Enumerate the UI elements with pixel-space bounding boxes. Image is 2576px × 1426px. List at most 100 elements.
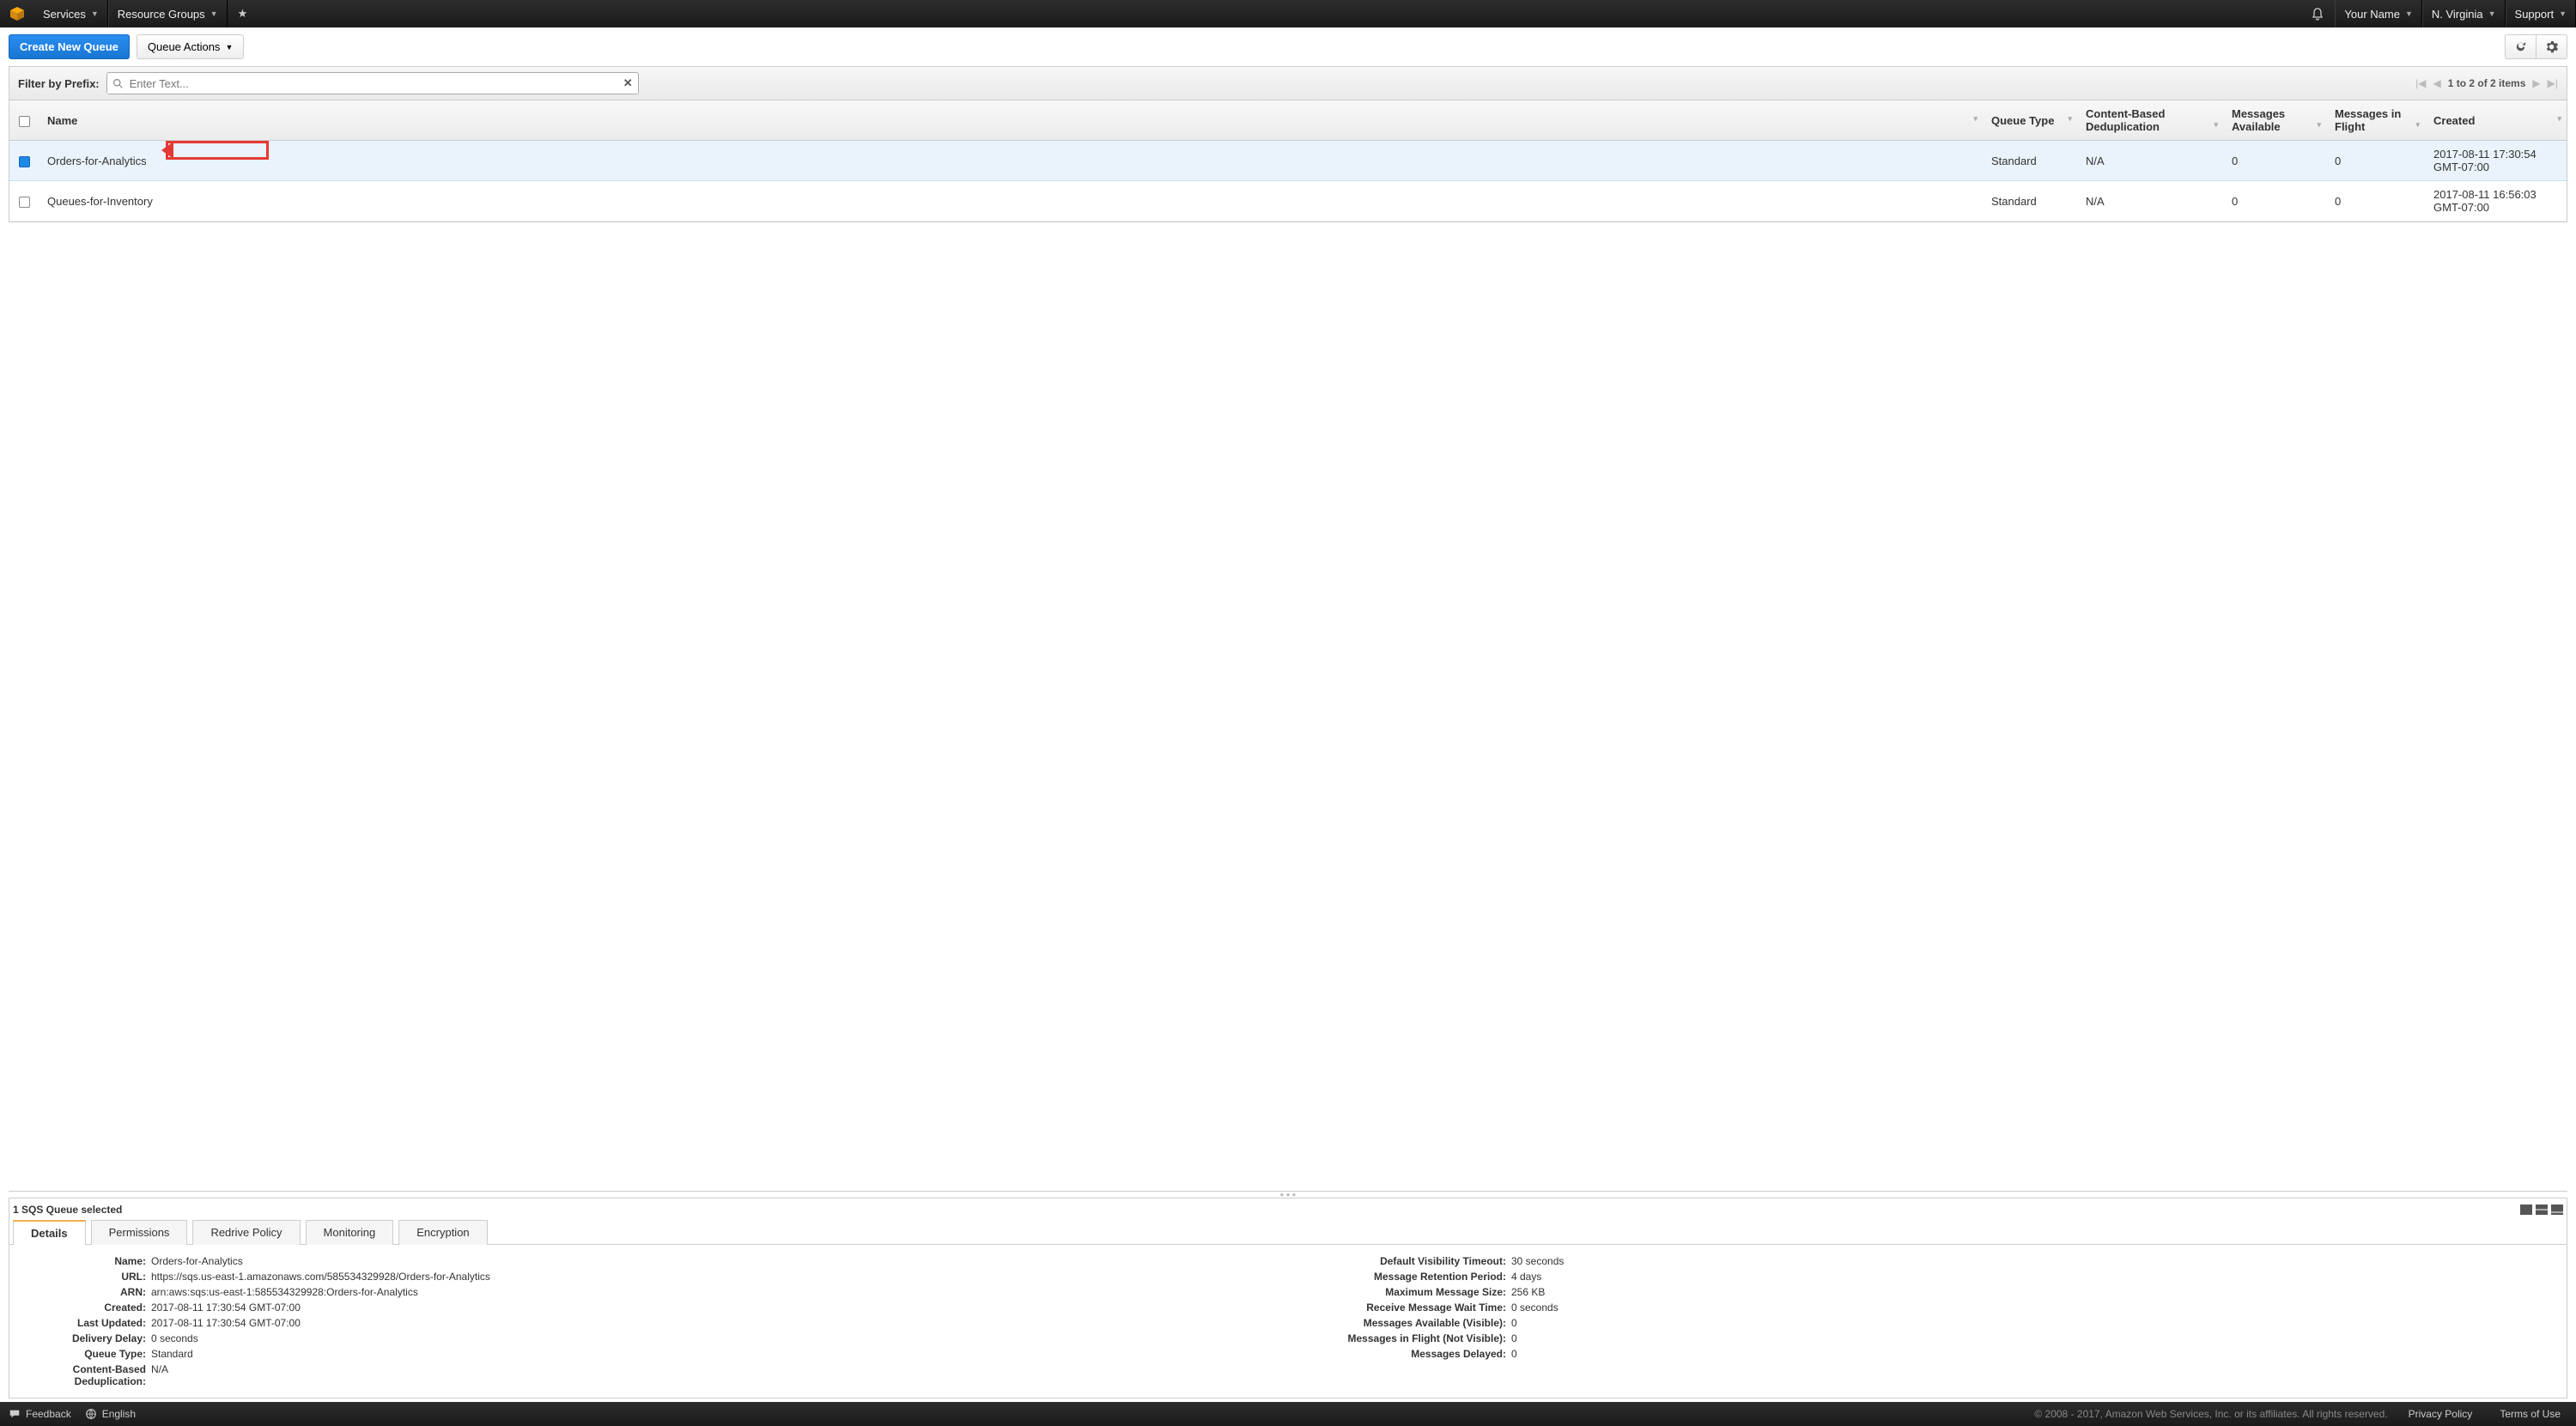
search-icon	[112, 78, 124, 89]
col-name[interactable]: Name▾	[39, 100, 1983, 141]
detail-delay-value: 0 seconds	[151, 1332, 1288, 1344]
detail-delayed-value: 0	[1511, 1348, 2567, 1360]
page-next-icon[interactable]: ▶	[2532, 77, 2540, 89]
detail-avail-label: Messages Available (Visible):	[1288, 1317, 1511, 1329]
services-label: Services	[43, 8, 86, 21]
splitter-handle[interactable]: ● ● ●	[9, 1191, 2567, 1198]
sort-icon: ▾	[2214, 120, 2218, 130]
detail-cbd-label: Content-Based Deduplication:	[9, 1363, 151, 1387]
caret-down-icon: ▼	[2405, 9, 2413, 18]
services-menu[interactable]: Services ▼	[34, 0, 108, 27]
col-cbd[interactable]: Content-Based Deduplication▾	[2077, 100, 2223, 141]
page-last-icon[interactable]: ▶|	[2548, 77, 2558, 89]
detail-cbd-value: N/A	[151, 1363, 1288, 1387]
detail-maxsize-value: 256 KB	[1511, 1286, 2567, 1298]
layout-full-icon[interactable]	[2520, 1205, 2532, 1215]
caret-down-icon: ▼	[2559, 9, 2567, 18]
clear-filter-icon[interactable]: ✕	[623, 76, 633, 90]
cell-msgs-flight: 0	[2326, 141, 2425, 181]
pin-icon[interactable]: ★	[228, 7, 258, 21]
account-menu[interactable]: Your Name ▼	[2335, 0, 2421, 27]
tab-encryption[interactable]: Encryption	[398, 1220, 487, 1245]
col-msgs-available[interactable]: Messages Available▾	[2223, 100, 2326, 141]
select-all-header[interactable]	[9, 100, 39, 141]
sort-icon: ▾	[2557, 114, 2561, 124]
terms-link[interactable]: Terms of Use	[2493, 1408, 2567, 1420]
settings-button[interactable]	[2536, 34, 2567, 59]
tab-permissions[interactable]: Permissions	[91, 1220, 188, 1245]
detail-visibility-label: Default Visibility Timeout:	[1288, 1255, 1511, 1267]
tab-monitoring[interactable]: Monitoring	[306, 1220, 394, 1245]
caret-down-icon: ▼	[225, 43, 233, 52]
cell-cbd: N/A	[2077, 141, 2223, 181]
detail-arn-label: ARN:	[9, 1286, 151, 1298]
filter-input[interactable]	[107, 74, 638, 94]
region-menu[interactable]: N. Virginia ▼	[2422, 0, 2506, 27]
tab-details[interactable]: Details	[13, 1220, 86, 1245]
aws-logo-icon[interactable]	[0, 0, 34, 27]
sort-icon: ▾	[2068, 114, 2072, 124]
speech-bubble-icon	[9, 1408, 21, 1420]
col-queue-type[interactable]: Queue Type▾	[1983, 100, 2077, 141]
refresh-button[interactable]	[2505, 34, 2537, 59]
queue-name: Queues-for-Inventory	[47, 195, 153, 208]
language-link[interactable]: English	[85, 1408, 136, 1420]
detail-created-label: Created:	[9, 1302, 151, 1314]
cell-created: 2017-08-11 17:30:54 GMT-07:00	[2425, 141, 2567, 181]
support-label: Support	[2515, 8, 2555, 21]
cell-queue-type: Standard	[1983, 181, 2077, 221]
gear-icon	[2545, 40, 2558, 53]
region-label: N. Virginia	[2432, 8, 2483, 21]
notifications-icon[interactable]	[2300, 7, 2335, 21]
layout-split-icon[interactable]	[2536, 1205, 2548, 1215]
detail-retention-value: 4 days	[1511, 1271, 2567, 1283]
filter-label: Filter by Prefix:	[18, 77, 100, 90]
selection-count-text: 1 SQS Queue selected	[13, 1204, 122, 1216]
cell-queue-type: Standard	[1983, 141, 2077, 181]
page-prev-icon[interactable]: ◀	[2433, 77, 2440, 89]
row-checkbox[interactable]	[19, 197, 30, 208]
filter-bar: Filter by Prefix: ✕ |◀ ◀ 1 to 2 of 2 ite…	[9, 66, 2567, 100]
layout-switcher	[2520, 1205, 2563, 1215]
col-msgs-in-flight[interactable]: Messages in Flight▾	[2326, 100, 2425, 141]
queue-name: Orders-for-Analytics	[47, 155, 147, 167]
resource-groups-menu[interactable]: Resource Groups ▼	[108, 0, 228, 27]
caret-down-icon: ▼	[210, 9, 218, 18]
queues-table: Name▾ Queue Type▾ Content-Based Deduplic…	[9, 100, 2567, 222]
caret-down-icon: ▼	[91, 9, 99, 18]
detail-arn-value: arn:aws:sqs:us-east-1:585534329928:Order…	[151, 1286, 1288, 1298]
page-range-text: 1 to 2 of 2 items	[2448, 77, 2526, 89]
search-input-wrap: ✕	[106, 72, 639, 94]
detail-waittime-label: Receive Message Wait Time:	[1288, 1302, 1511, 1314]
feedback-link[interactable]: Feedback	[9, 1408, 71, 1420]
details-panel: 1 SQS Queue selected Details Permissions…	[9, 1198, 2567, 1399]
top-nav: Services ▼ Resource Groups ▼ ★ Your Name…	[0, 0, 2576, 27]
language-label: English	[102, 1408, 136, 1420]
page-first-icon[interactable]: |◀	[2415, 77, 2426, 89]
queue-actions-button[interactable]: Queue Actions ▼	[137, 34, 244, 59]
annotation-arrow-icon	[166, 141, 269, 160]
layout-bottom-icon[interactable]	[2551, 1205, 2563, 1215]
support-menu[interactable]: Support ▼	[2506, 0, 2576, 27]
detail-qtype-label: Queue Type:	[9, 1348, 151, 1360]
detail-waittime-value: 0 seconds	[1511, 1302, 2567, 1314]
sort-icon: ▾	[1973, 114, 1978, 124]
col-created[interactable]: Created▾	[2425, 100, 2567, 141]
sort-icon: ▾	[2415, 120, 2420, 130]
resource-groups-label: Resource Groups	[118, 8, 205, 21]
cell-cbd: N/A	[2077, 181, 2223, 221]
globe-icon	[85, 1408, 97, 1420]
row-checkbox[interactable]	[19, 156, 30, 167]
queue-actions-label: Queue Actions	[148, 40, 221, 53]
create-queue-button[interactable]: Create New Queue	[9, 34, 130, 59]
detail-name-value: Orders-for-Analytics	[151, 1255, 1288, 1267]
table-row[interactable]: Queues-for-Inventory Standard N/A 0 0 20…	[9, 181, 2567, 221]
footer: Feedback English © 2008 - 2017, Amazon W…	[0, 1402, 2576, 1426]
table-row[interactable]: Orders-for-Analytics Standard N/A 0 0 20…	[9, 141, 2567, 181]
select-all-checkbox[interactable]	[19, 116, 30, 127]
tab-redrive-policy[interactable]: Redrive Policy	[192, 1220, 300, 1245]
detail-name-label: Name:	[9, 1255, 151, 1267]
copyright-text: © 2008 - 2017, Amazon Web Services, Inc.…	[2034, 1408, 2387, 1420]
privacy-link[interactable]: Privacy Policy	[2402, 1408, 2480, 1420]
caret-down-icon: ▼	[2488, 9, 2496, 18]
